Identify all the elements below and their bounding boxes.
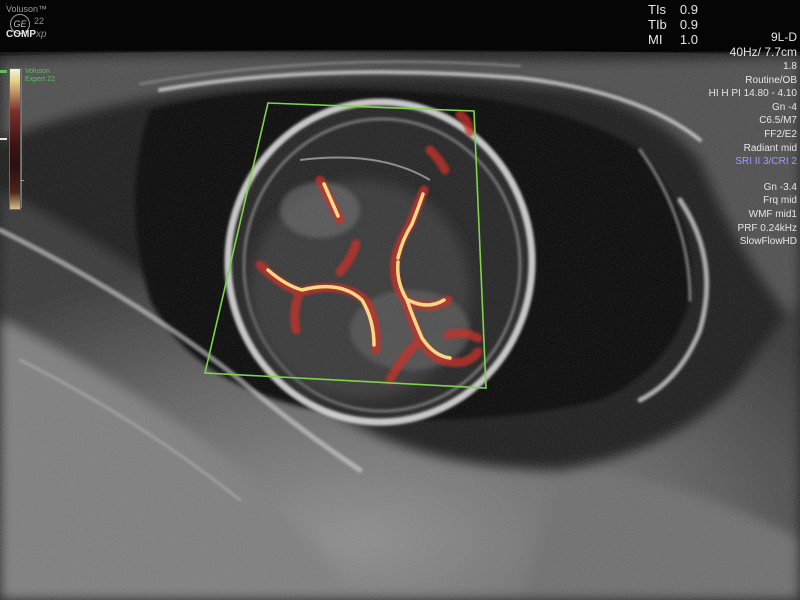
contrast-label: C6.5/M7 [759, 115, 797, 127]
colormap-brand-line1: Voluson [25, 68, 50, 75]
colormap-brand-line2: Expert 22 [25, 76, 55, 83]
index-label: MI [648, 32, 663, 47]
brand-name: Voluson™ [6, 4, 48, 14]
color-gain-label: Gn -3.4 [763, 181, 797, 193]
colormap-tick [20, 180, 24, 181]
index-value: 1.0 [679, 32, 698, 47]
brand-mode: COMP [6, 29, 36, 40]
colormap-axis [21, 68, 22, 208]
index-row-tib: TIb 0.9 [648, 17, 698, 32]
index-row-mi: MI 1.0 [648, 32, 698, 47]
color-map-legend: Voluson Expert 22 [0, 68, 60, 210]
ultrasound-image [0, 0, 800, 600]
parameter-panel: 9L-D 40Hz/ 7.7cm 1.8 Routine/OB HI H PI … [709, 30, 797, 249]
gain-label: Gn -4 [771, 101, 797, 113]
index-label: TIb [648, 17, 667, 32]
index-value: 0.9 [679, 2, 698, 17]
param-spacer [709, 169, 797, 181]
focus-label: FF2/E2 [764, 128, 797, 140]
wall-filter-label: WMF mid1 [748, 208, 797, 220]
frequency-label: Frq mid [763, 195, 797, 207]
safety-indices: TIs 0.9 TIb 0.9 MI 1.0 [648, 2, 698, 47]
brand-mode-suffix: xp [36, 29, 47, 40]
top-header: Voluson™ GE 22 COMP xp TIs 0.9 TIb 0.9 M… [0, 0, 800, 50]
ultrasound-screen: Voluson™ GE 22 COMP xp TIs 0.9 TIb 0.9 M… [0, 0, 800, 600]
colormap-brand: Voluson Expert 22 [25, 68, 55, 84]
index-value: 0.9 [679, 17, 698, 32]
speckle-texture [0, 52, 800, 600]
brand-block: Voluson™ GE 22 COMP xp [2, 2, 62, 42]
index-row-tis: TIs 0.9 [648, 2, 698, 17]
brand-model: 22 [34, 16, 45, 26]
zoom-factor: 1.8 [783, 61, 797, 72]
flow-mode-label: SlowFlowHD [739, 236, 797, 248]
colormap-baseline-marker [0, 138, 7, 140]
color-scale-bar [9, 68, 21, 210]
sri-cri-label: SRI II 3/CRI 2 [735, 156, 797, 168]
index-label: TIs [648, 2, 667, 17]
probe-label: 9L-D [770, 30, 797, 44]
harmonics-label: HI H PI 14.80 - 4.10 [708, 88, 797, 100]
radiant-label: Radiant mid [743, 142, 797, 154]
frame-depth: 40Hz/ 7.7cm [729, 45, 797, 59]
colormap-top-marker [0, 70, 7, 73]
prf-label: PRF 0.24kHz [737, 222, 797, 234]
preset-label: Routine/OB [745, 74, 797, 86]
